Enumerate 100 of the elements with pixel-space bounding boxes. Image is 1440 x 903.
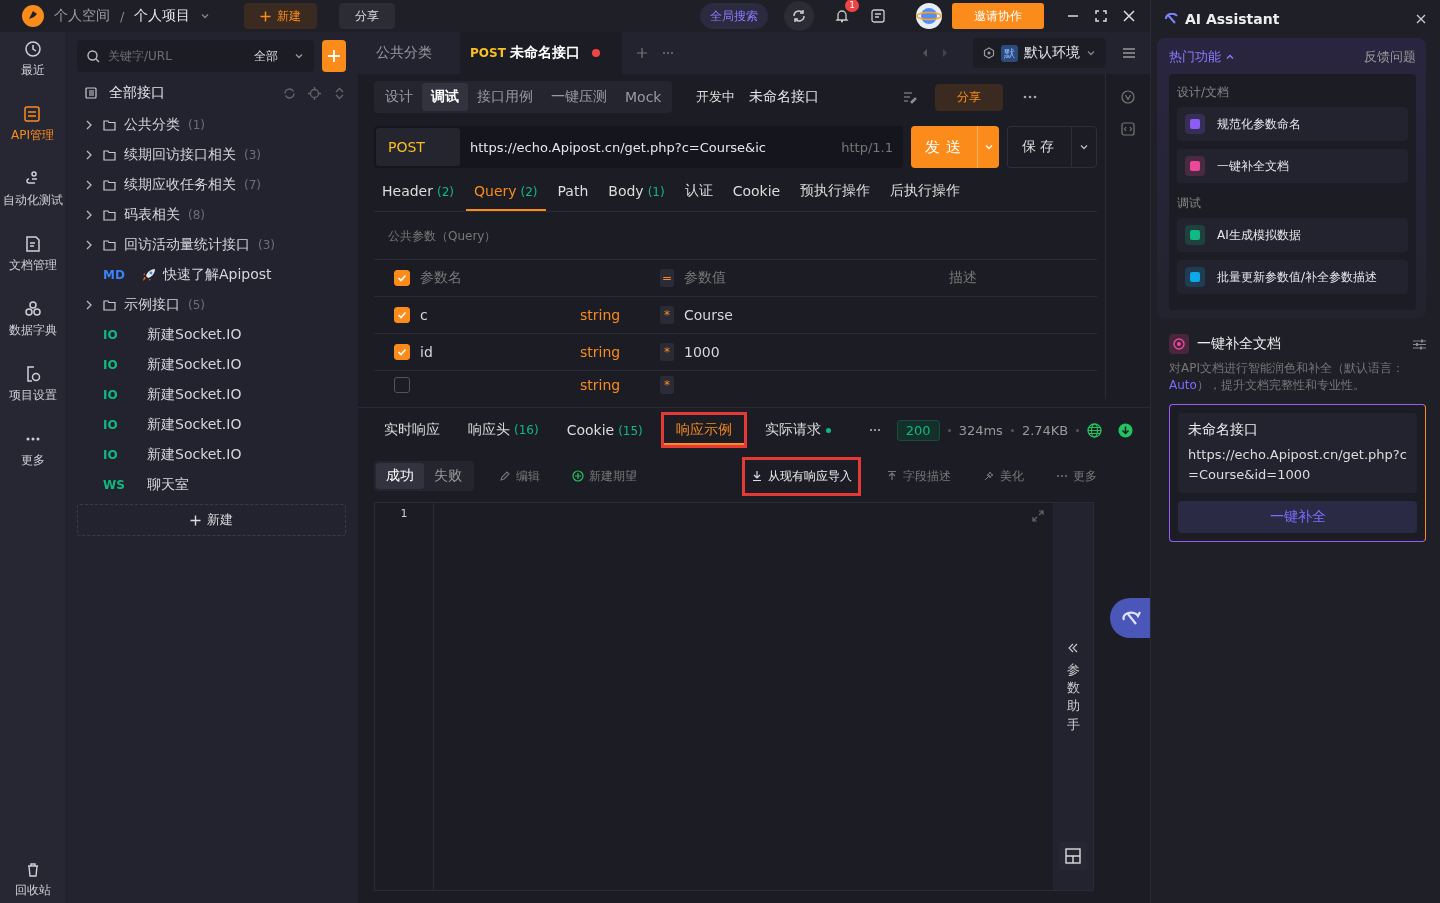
complete-button[interactable]: 一键补全 [1178, 501, 1417, 533]
download-icon[interactable] [1118, 422, 1134, 438]
close-icon[interactable] [1416, 14, 1426, 24]
add-tab-icon[interactable] [635, 47, 648, 59]
param-tab[interactable]: Cookie [724, 172, 789, 211]
param-helper-tab[interactable]: 参数助手 [1066, 661, 1080, 734]
chevron-up-icon[interactable] [1225, 52, 1235, 62]
mode-tab[interactable]: Mock [616, 83, 671, 111]
required-marker[interactable]: * [660, 343, 674, 361]
global-search-button[interactable]: 全局搜索 [700, 3, 768, 29]
param-type[interactable]: string [580, 377, 621, 393]
tree-item[interactable]: IO 新建Socket.IO [77, 380, 346, 410]
param-tab[interactable]: Path [549, 172, 597, 211]
feedback-link[interactable]: 反馈问题 [1364, 48, 1416, 66]
param-name[interactable]: c [420, 307, 428, 323]
tree-item[interactable]: 续期应收任务相关 (7) [77, 170, 346, 200]
param-tab[interactable]: 后执行操作 [882, 172, 969, 211]
environment-selector[interactable]: 默 默认环境 [973, 38, 1106, 68]
toolbar-action[interactable]: 字段描述 [879, 458, 958, 494]
param-type[interactable]: string [580, 307, 621, 323]
share-button[interactable]: 分享 [339, 3, 396, 29]
document-tab[interactable]: 公共分类 [376, 32, 446, 74]
search-field[interactable]: 关键字/URL 全部 [77, 40, 314, 72]
rail-item[interactable]: 项目设置 [8, 365, 57, 404]
checkbox[interactable] [394, 344, 410, 360]
version-icon[interactable] [1121, 90, 1135, 104]
share-button[interactable]: 分享 [935, 83, 1004, 111]
param-tab[interactable]: Query (2) [466, 172, 546, 211]
chevron-right-icon[interactable] [85, 240, 93, 250]
more-icon[interactable] [868, 428, 881, 432]
mode-tab[interactable]: 接口用例 [468, 83, 542, 111]
breadcrumb-item[interactable]: 个人空间 [54, 7, 110, 25]
chevron-right-icon[interactable] [85, 150, 93, 160]
save-button[interactable]: 保存 [1007, 126, 1071, 168]
rail-item[interactable]: API管理 [11, 105, 54, 144]
param-value[interactable]: Course [684, 307, 733, 323]
mode-tab[interactable]: 一键压测 [542, 83, 616, 111]
chevron-right-icon[interactable] [85, 120, 93, 130]
code-icon[interactable] [1121, 122, 1135, 136]
collapse-icon[interactable] [1068, 643, 1078, 653]
rail-item[interactable]: 数据字典 [8, 300, 57, 339]
bell-icon[interactable] [834, 8, 850, 24]
required-marker[interactable]: * [660, 376, 674, 394]
response-tab[interactable]: 响应示例 [660, 412, 747, 448]
close-icon[interactable] [1123, 10, 1135, 22]
new-button[interactable]: 新建 [77, 504, 346, 536]
rail-item[interactable]: 最近 [20, 40, 45, 79]
outcome-tab[interactable]: 成功 [376, 463, 424, 489]
outcome-tab[interactable]: 失败 [424, 463, 472, 489]
rail-item[interactable]: 更多 [20, 430, 45, 469]
chevron-right-icon[interactable] [85, 180, 93, 190]
rail-item[interactable]: 自动化测试 [2, 170, 63, 209]
param-name[interactable]: id [420, 344, 433, 360]
chevron-down-icon[interactable] [200, 11, 211, 21]
locate-icon[interactable] [308, 86, 321, 100]
param-type[interactable]: string [580, 344, 621, 360]
public-params-label[interactable]: 公共参数（Query） [374, 212, 1097, 259]
response-tab[interactable]: 实时响应 [374, 410, 450, 450]
add-button[interactable] [322, 40, 346, 72]
response-tab[interactable]: 响应头 (16) [458, 410, 549, 450]
bot-button[interactable] [1110, 598, 1150, 638]
toolbar-action[interactable]: 从现有响应导入 [742, 456, 861, 496]
mode-tab[interactable]: 设计 [376, 83, 422, 111]
response-tab[interactable]: 实际请求 [754, 410, 841, 450]
tree-item[interactable]: IO 新建Socket.IO [77, 350, 346, 380]
chevron-right-icon[interactable] [85, 210, 93, 220]
param-value[interactable]: 1000 [684, 344, 720, 360]
protocol-select[interactable]: http/1.1 [833, 139, 903, 155]
param-tab[interactable]: Header (2) [374, 172, 462, 211]
document-tab[interactable]: POST 未命名接口 [460, 32, 622, 74]
new-button[interactable]: 新建 [244, 3, 318, 29]
menu-icon[interactable] [1122, 47, 1136, 59]
tree-item[interactable]: 公共分类 (1) [77, 110, 346, 140]
refresh-icon[interactable] [784, 1, 814, 31]
language-link[interactable]: Auto [1169, 378, 1197, 392]
url-field[interactable]: https://echo.Apipost.cn/get.php?c=Course&ic [462, 139, 834, 155]
feature-item[interactable]: AI生成模拟数据 [1177, 218, 1408, 252]
edit-icon[interactable] [903, 90, 918, 104]
breadcrumb-item[interactable]: 个人项目 [134, 7, 191, 25]
param-tab[interactable]: 预执行操作 [792, 172, 879, 211]
filter-dropdown[interactable]: 全部 [254, 47, 278, 65]
tree-item[interactable]: MD 快速了解Apipost [77, 260, 346, 290]
tree-item[interactable]: 示例接口 (5) [77, 290, 346, 320]
method-select[interactable]: POST [376, 128, 460, 166]
api-name-field[interactable]: 未命名接口 [749, 88, 890, 106]
mode-tab[interactable]: 调试 [422, 83, 468, 111]
tree-item[interactable]: IO 新建Socket.IO [77, 320, 346, 350]
checkbox[interactable] [394, 270, 410, 286]
required-marker[interactable]: * [660, 306, 674, 324]
tree-item[interactable]: IO 新建Socket.IO [77, 440, 346, 470]
fullscreen-icon[interactable] [1031, 509, 1045, 523]
checkbox[interactable] [394, 307, 410, 323]
param-tab[interactable]: Body (1) [600, 172, 673, 211]
more-icon[interactable] [1023, 95, 1038, 99]
tree-root-label[interactable]: 全部接口 [109, 84, 165, 102]
avatar[interactable] [916, 3, 942, 29]
feature-item[interactable]: 批量更新参数值/补全参数描述 [1177, 260, 1408, 294]
hot-features-toggle[interactable]: 热门功能 [1169, 48, 1221, 66]
toolbar-action[interactable]: 更多 [1049, 458, 1104, 494]
feature-item[interactable]: 一键补全文档 [1177, 149, 1408, 183]
